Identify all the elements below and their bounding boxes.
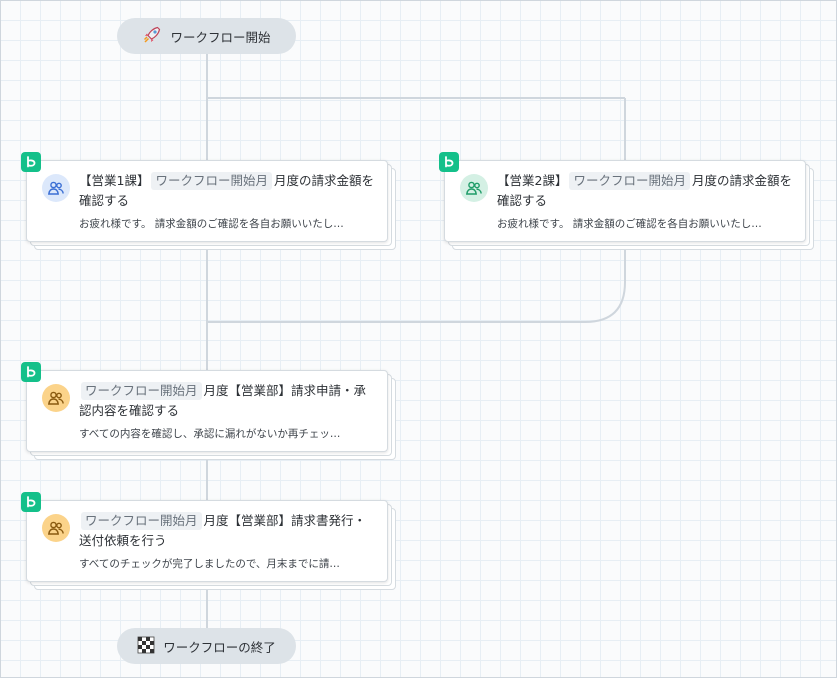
- step-description: すべてのチェックが完了しましたので、月末までに請…: [79, 558, 340, 570]
- step-type-icon: [21, 492, 41, 512]
- group-icon: [42, 514, 70, 542]
- workflow-end-label: ワークフローの終了: [163, 639, 276, 655]
- group-icon: [42, 384, 70, 412]
- variable-tag[interactable]: ワークフロー開始月: [81, 382, 202, 400]
- workflow-step-card[interactable]: 【営業1課】 ワークフロー開始月 月度の請求金額を確認する お疲れ様です。 請求金額…: [26, 160, 388, 242]
- group-icon: [42, 174, 70, 202]
- step-type-icon: [21, 152, 41, 172]
- step-prefix: 【営業1課】: [79, 173, 150, 188]
- step-prefix: 【営業2課】: [497, 173, 568, 188]
- step-type-icon: [21, 362, 41, 382]
- step-type-icon: [439, 152, 459, 172]
- checkered-flag-icon: [137, 636, 155, 657]
- variable-tag[interactable]: ワークフロー開始月: [81, 512, 202, 530]
- group-icon: [460, 174, 488, 202]
- rocket-icon: [142, 25, 162, 48]
- workflow-start-node[interactable]: ワークフロー開始: [117, 18, 296, 54]
- variable-tag[interactable]: ワークフロー開始月: [569, 172, 690, 190]
- workflow-step-card[interactable]: ワークフロー開始月 月度【営業部】請求書発行・送付依頼を行う すべてのチェックが完…: [26, 500, 388, 582]
- step-description: すべての内容を確認し、承認に漏れがないか再チェッ…: [79, 428, 341, 440]
- workflow-start-label: ワークフロー開始: [170, 29, 271, 45]
- workflow-step-card[interactable]: 【営業2課】 ワークフロー開始月 月度の請求金額を確認する お疲れ様です。 請求金額…: [444, 160, 806, 242]
- workflow-step-card[interactable]: ワークフロー開始月 月度【営業部】請求申請・承認内容を確認する すべての内容を確認…: [26, 370, 388, 452]
- workflow-end-node[interactable]: ワークフローの終了: [117, 628, 296, 664]
- variable-tag[interactable]: ワークフロー開始月: [151, 172, 272, 190]
- step-description: お疲れ様です。 請求金額のご確認を各自お願いいたし…: [497, 218, 762, 230]
- step-description: お疲れ様です。 請求金額のご確認を各自お願いいたし…: [79, 218, 344, 230]
